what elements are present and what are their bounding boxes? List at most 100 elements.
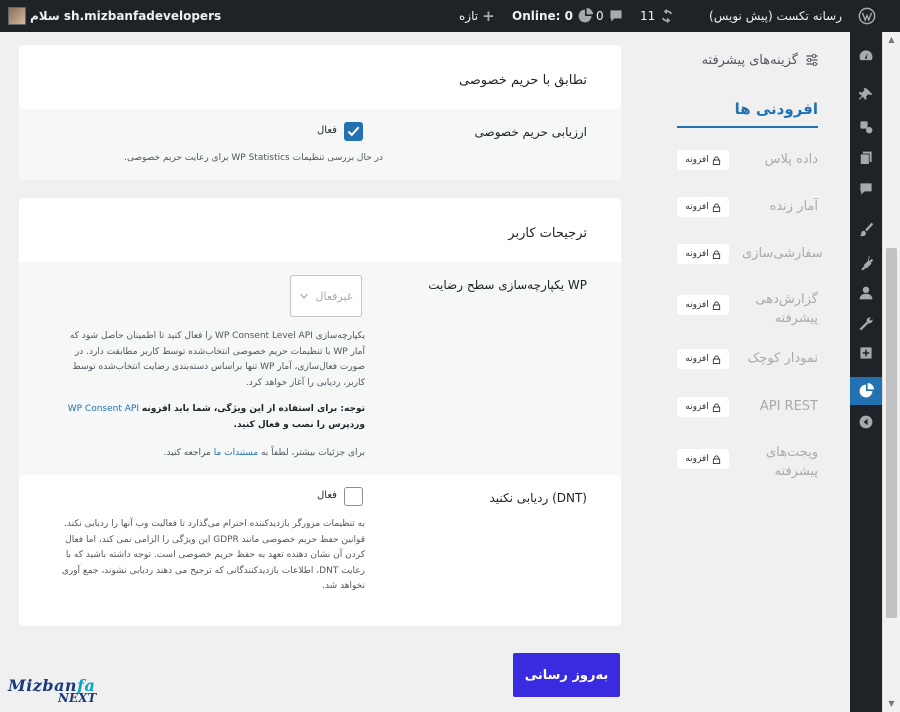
addon-customization[interactable]: سفارشی‌سازی افزونه bbox=[677, 244, 823, 264]
scroll-thumb[interactable] bbox=[886, 248, 897, 618]
plugin-icon bbox=[861, 255, 874, 270]
menu-appearance[interactable] bbox=[850, 215, 882, 243]
addon-name: داده پلاس bbox=[764, 152, 818, 167]
addon-badge: افزونه bbox=[677, 244, 729, 264]
menu-pages[interactable] bbox=[850, 144, 882, 172]
lock-icon bbox=[712, 249, 720, 259]
page-scrollbar[interactable]: ▲ ▼ bbox=[882, 32, 900, 712]
dnt-label: ردیابی نکنید (DNT) bbox=[489, 491, 587, 505]
privacy-audit-row: ارزیابی حریم خصوصی فعال در حال بررسی تنظ… bbox=[19, 109, 621, 180]
pin-icon bbox=[858, 87, 873, 100]
checkmark-icon bbox=[347, 126, 360, 137]
collapse-icon bbox=[859, 415, 873, 429]
dnt-desc: به تنظیمات مرورگر بازدیدکننده احترام می‌… bbox=[61, 519, 365, 591]
consent-label: یکپارچه‌سازی سطح رضایت WP bbox=[428, 278, 587, 292]
avatar bbox=[8, 7, 26, 25]
sliders-icon bbox=[806, 54, 818, 66]
menu-settings[interactable] bbox=[850, 339, 882, 367]
privacy-audit-checkbox[interactable] bbox=[344, 122, 363, 141]
update-button[interactable]: به‌روز رسانی bbox=[513, 653, 620, 697]
site-title: رسانه تکست (پیش نویس) bbox=[709, 9, 842, 23]
addon-rest-api[interactable]: API REST افزونه bbox=[677, 397, 818, 417]
lock-icon bbox=[712, 454, 720, 464]
addon-badge: افزونه bbox=[677, 349, 729, 369]
menu-users[interactable] bbox=[850, 279, 882, 307]
consent-note: توجه: برای استفاده از این ویژگی، شما بای… bbox=[55, 402, 365, 433]
greeting: سلام sh.mizbanfadevelopers bbox=[30, 9, 222, 23]
consent-more: برای جزئیات بیشتر، لطفاً به مستندات ما م… bbox=[55, 446, 365, 462]
addon-badge: افزونه bbox=[677, 397, 729, 417]
new-content-link[interactable]: تازه + bbox=[459, 0, 495, 32]
lock-icon bbox=[712, 354, 720, 364]
pie-chart-icon bbox=[578, 8, 593, 23]
comment-icon bbox=[860, 183, 872, 195]
addon-name: API REST bbox=[759, 399, 818, 414]
my-account-link[interactable]: سلام sh.mizbanfadevelopers bbox=[8, 0, 221, 32]
user-preferences-card: ترجیحات کاربر یکپارچه‌سازی سطح رضایت WP … bbox=[19, 198, 621, 626]
consent-select-value: غیرفعال bbox=[315, 289, 353, 303]
comments-link[interactable]: 0 bbox=[596, 0, 624, 32]
mizbanfa-logo: Mizbanfa NEXT bbox=[8, 676, 103, 706]
addon-data-plus[interactable]: داده پلاس افزونه bbox=[677, 150, 818, 170]
pie-chart-icon bbox=[859, 383, 874, 398]
addon-advanced-widgets[interactable]: ویجت‌های پیشرفته افزونه bbox=[677, 443, 818, 481]
addon-name: گزارش‌دهی پیشرفته bbox=[755, 292, 818, 326]
consent-row: یکپارچه‌سازی سطح رضایت WP غیرفعال یکپارچ… bbox=[19, 262, 621, 475]
addon-badge: افزونه bbox=[677, 150, 729, 170]
updates-count: 11 bbox=[640, 9, 656, 23]
online-count: Online: 0 bbox=[512, 9, 573, 23]
dnt-checkbox-label[interactable]: فعال bbox=[317, 490, 337, 501]
lock-icon bbox=[712, 155, 720, 165]
addon-mini-chart[interactable]: نمودار کوچک افزونه bbox=[677, 349, 818, 369]
menu-tools[interactable] bbox=[850, 310, 882, 338]
lock-icon bbox=[712, 202, 720, 212]
media-icon bbox=[860, 121, 873, 134]
privacy-card-title: تطابق با حریم خصوصی bbox=[458, 73, 587, 88]
nav-advanced-options[interactable]: گزینه‌های پیشرفته bbox=[680, 50, 820, 70]
wordpress-icon bbox=[858, 7, 876, 25]
collapse-menu-button[interactable] bbox=[850, 408, 882, 436]
addons-section-title: افرودنی ها bbox=[677, 100, 818, 128]
menu-comments[interactable] bbox=[850, 175, 882, 203]
lock-icon bbox=[712, 300, 720, 310]
wp-logo-button[interactable] bbox=[858, 0, 876, 32]
addon-badge: افزونه bbox=[677, 449, 729, 469]
dnt-checkbox[interactable] bbox=[344, 487, 363, 506]
addon-advanced-reporting[interactable]: گزارش‌دهی پیشرفته افزونه bbox=[677, 290, 818, 328]
user-icon bbox=[859, 286, 873, 300]
refresh-icon bbox=[662, 8, 673, 24]
consent-note-prefix: توجه: برای استفاده از این ویژگی، شما بای… bbox=[141, 404, 365, 414]
menu-media[interactable] bbox=[850, 113, 882, 141]
admin-menu bbox=[844, 32, 882, 712]
addon-badge: افزونه bbox=[677, 197, 729, 217]
menu-dashboard[interactable] bbox=[850, 42, 882, 70]
privacy-audit-desc: در حال بررسی تنظیمات WP Statistics برای … bbox=[124, 153, 383, 163]
privacy-card: تطابق با حریم خصوصی ارزیابی حریم خصوصی ف… bbox=[19, 45, 621, 180]
wp-consent-api-link[interactable]: WP Consent API bbox=[68, 404, 139, 414]
new-label: تازه bbox=[459, 9, 479, 23]
docs-link[interactable]: مستندات ما bbox=[214, 448, 258, 458]
updates-link[interactable]: 11 bbox=[640, 0, 675, 32]
comments-count: 0 bbox=[596, 9, 604, 23]
consent-more-prefix: برای جزئیات بیشتر، لطفاً به bbox=[260, 448, 365, 458]
addon-name: آمار زنده bbox=[769, 199, 818, 214]
addon-name: ویجت‌های پیشرفته bbox=[765, 445, 818, 479]
dnt-row: ردیابی نکنید (DNT) فعال به تنظیمات مرورگ… bbox=[19, 475, 621, 626]
consent-select[interactable]: غیرفعال bbox=[290, 275, 362, 317]
comment-icon bbox=[610, 10, 622, 22]
scroll-down-arrow[interactable]: ▼ bbox=[883, 696, 900, 712]
privacy-audit-checkbox-label[interactable]: فعال bbox=[317, 125, 337, 136]
plus-icon: + bbox=[482, 7, 495, 25]
settings-icon bbox=[860, 347, 872, 359]
menu-plugins[interactable] bbox=[850, 248, 882, 276]
online-users-link[interactable]: Online: 0 bbox=[512, 0, 593, 32]
logo-line2: NEXT bbox=[58, 691, 97, 705]
menu-posts[interactable] bbox=[850, 81, 882, 109]
admin-bar: رسانه تکست (پیش نویس) 11 0 Online: 0 تاز… bbox=[0, 0, 900, 32]
user-card-title: ترجیحات کاربر bbox=[508, 226, 587, 241]
addon-realtime-stats[interactable]: آمار زنده افزونه bbox=[677, 197, 818, 217]
site-name-link[interactable]: رسانه تکست (پیش نویس) bbox=[709, 0, 846, 32]
menu-wp-statistics[interactable] bbox=[844, 377, 882, 405]
brush-icon bbox=[859, 222, 874, 237]
scroll-up-arrow[interactable]: ▲ bbox=[883, 32, 900, 48]
